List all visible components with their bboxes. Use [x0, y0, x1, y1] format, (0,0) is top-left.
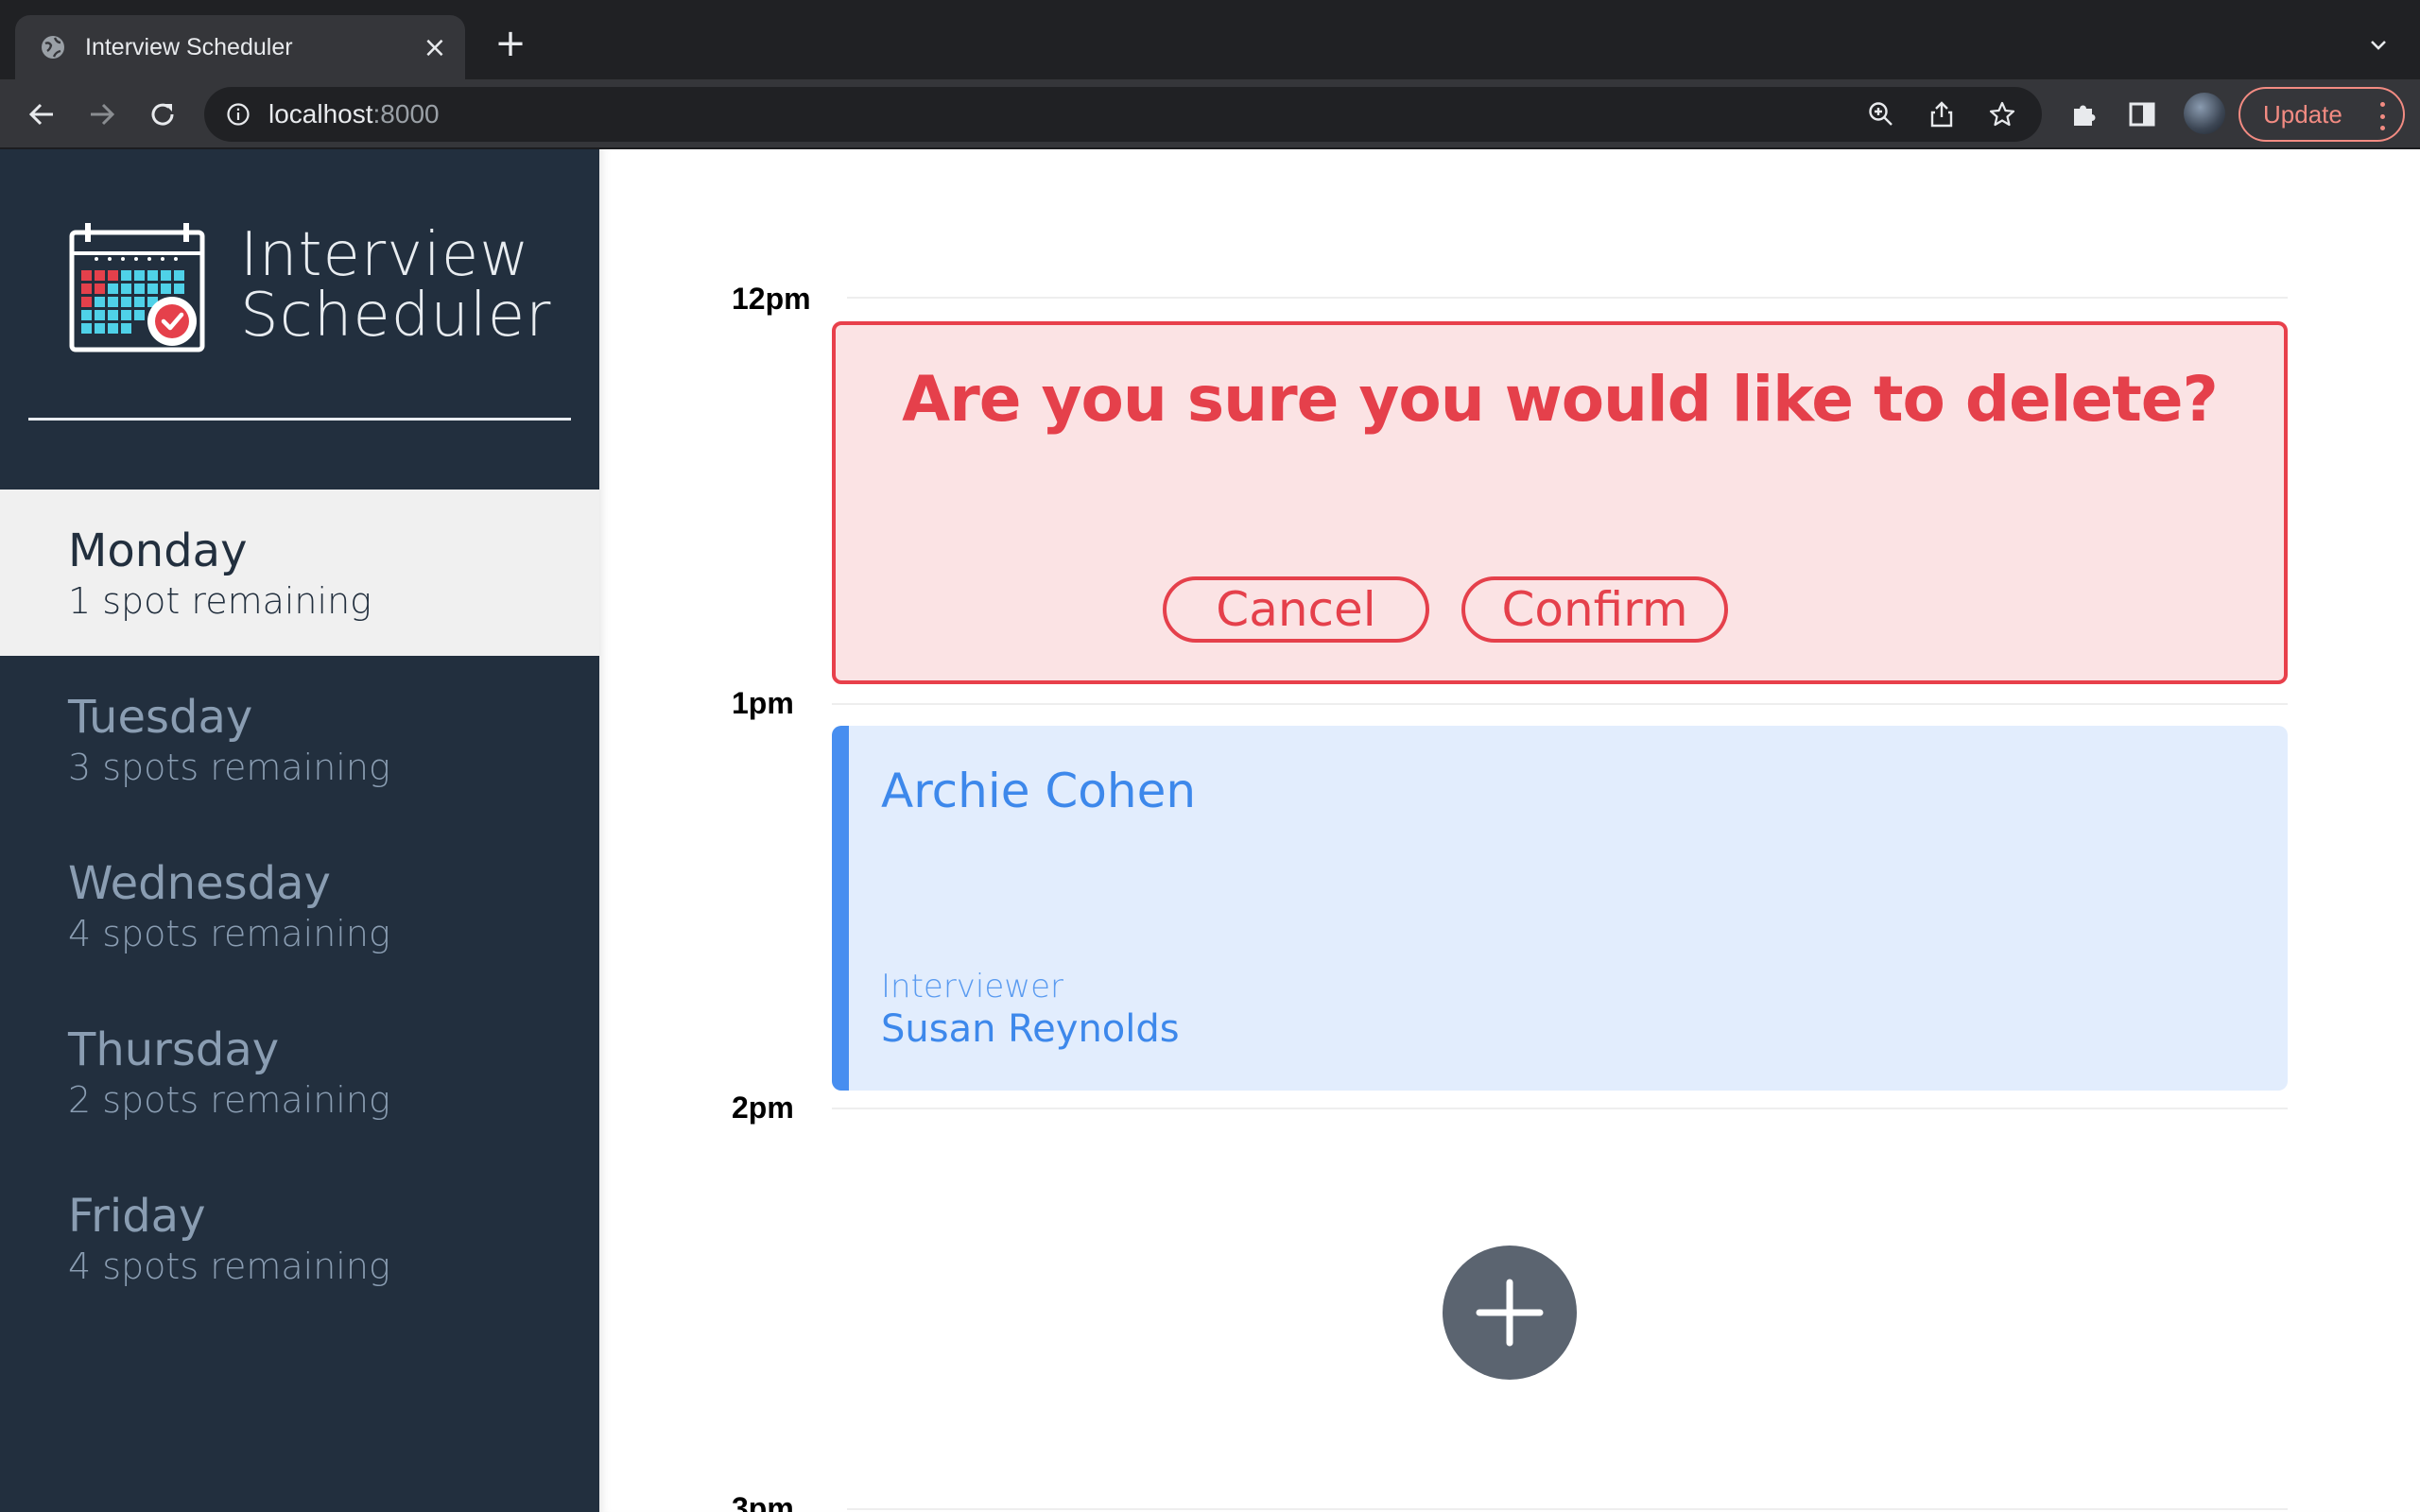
day-name: Friday: [68, 1190, 206, 1243]
url-host: localhost: [268, 99, 373, 129]
time-label-2pm: 2pm: [732, 1091, 794, 1125]
extensions-puzzle-icon[interactable]: [2063, 94, 2104, 135]
browser-tab-bar: Interview Scheduler × +: [0, 0, 2420, 79]
globe-icon: [40, 34, 66, 60]
day-spots: 1 spot remaining: [68, 580, 372, 622]
day-list: Monday 1 spot remaining Tuesday 3 spots …: [0, 490, 599, 1321]
url-port: :8000: [372, 99, 440, 129]
time-divider: [832, 1108, 2288, 1109]
chevron-down-icon[interactable]: [2360, 26, 2397, 64]
side-panel-icon[interactable]: [2121, 94, 2163, 135]
time-divider: [847, 1508, 2288, 1510]
browser-toolbar: localhost:8000 Update: [0, 79, 2420, 149]
day-spots: 4 spots remaining: [68, 913, 390, 954]
day-name: Tuesday: [68, 691, 253, 744]
day-name: Thursday: [68, 1023, 280, 1076]
day-item-monday[interactable]: Monday 1 spot remaining: [0, 490, 599, 656]
schedule: 12pm Are you sure you would like to dele…: [599, 149, 2420, 1512]
sidebar: Interview Scheduler Monday 1 spot remain…: [0, 149, 599, 1512]
new-tab-button[interactable]: +: [490, 23, 531, 64]
plus-icon: [1476, 1279, 1544, 1347]
close-tab-icon[interactable]: ×: [416, 28, 454, 66]
time-divider: [832, 703, 2288, 705]
interviewer-label: Interviewer: [881, 968, 1063, 1005]
time-label-3pm: 3pm: [732, 1491, 794, 1512]
update-label: Update: [2263, 99, 2342, 129]
calendar-logo-icon: [68, 221, 206, 353]
time-divider: [847, 297, 2288, 299]
interviewer-name: Susan Reynolds: [881, 1007, 1180, 1051]
add-appointment-button[interactable]: [1443, 1246, 1577, 1380]
day-spots: 2 spots remaining: [68, 1079, 390, 1121]
day-name: Wednesday: [68, 857, 331, 910]
brand-line-2: Scheduler: [240, 281, 552, 351]
day-name: Monday: [68, 524, 248, 577]
browser-tab[interactable]: Interview Scheduler ×: [15, 15, 465, 79]
info-icon[interactable]: [225, 101, 251, 128]
day-item-wednesday[interactable]: Wednesday 4 spots remaining: [0, 822, 599, 988]
day-item-thursday[interactable]: Thursday 2 spots remaining: [0, 988, 599, 1155]
forward-arrow-icon[interactable]: [81, 94, 123, 135]
update-button[interactable]: Update: [2238, 87, 2405, 142]
brand-title: Interview Scheduler: [240, 225, 551, 346]
time-label-12pm: 12pm: [732, 282, 811, 316]
bookmark-star-icon[interactable]: [1981, 94, 2023, 135]
tab-title: Interview Scheduler: [85, 33, 293, 60]
time-label-1pm: 1pm: [732, 686, 794, 720]
student-name: Archie Cohen: [881, 764, 1197, 818]
appointment-accent-bar: [832, 726, 849, 1091]
reload-icon[interactable]: [142, 94, 183, 135]
profile-avatar[interactable]: [2184, 93, 2225, 134]
day-spots: 4 spots remaining: [68, 1246, 390, 1287]
confirm-button[interactable]: Confirm: [1461, 576, 1728, 643]
sidebar-divider: [28, 418, 571, 421]
day-item-tuesday[interactable]: Tuesday 3 spots remaining: [0, 656, 599, 822]
share-icon[interactable]: [1921, 94, 1962, 135]
address-bar[interactable]: localhost:8000: [204, 87, 2042, 142]
day-spots: 3 spots remaining: [68, 747, 390, 788]
more-vertical-icon[interactable]: [2378, 102, 2386, 130]
delete-confirmation: Are you sure you would like to delete? C…: [832, 321, 2288, 684]
url-text: localhost:8000: [268, 99, 440, 129]
appointment-card: Archie Cohen Interviewer Susan Reynolds: [832, 726, 2288, 1091]
zoom-icon[interactable]: [1860, 94, 1902, 135]
cancel-button[interactable]: Cancel: [1163, 576, 1429, 643]
day-item-friday[interactable]: Friday 4 spots remaining: [0, 1155, 599, 1321]
brand-line-1: Interview: [240, 220, 530, 290]
confirm-message: Are you sure you would like to delete?: [902, 363, 2219, 436]
back-arrow-icon[interactable]: [21, 94, 62, 135]
